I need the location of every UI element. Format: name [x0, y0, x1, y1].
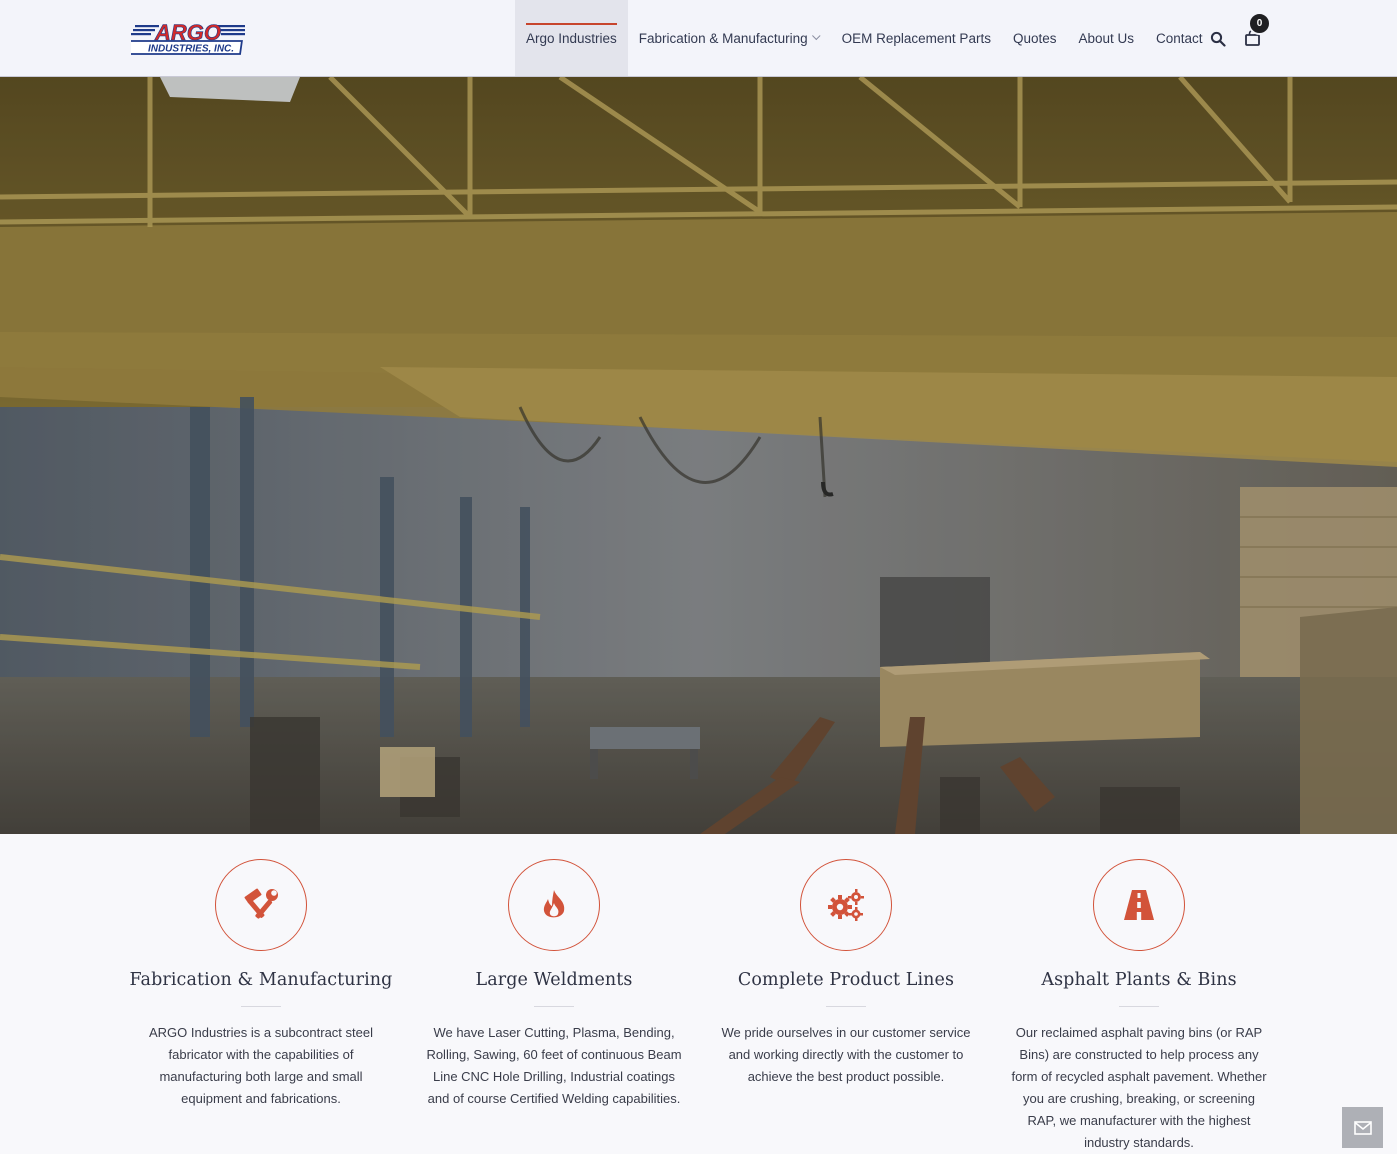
- feature-description: ARGO Industries is a subcontract steel f…: [149, 1025, 373, 1106]
- feature-icon-circle: [508, 859, 600, 951]
- divider: [534, 1006, 574, 1007]
- factory-interior-illustration: [0, 77, 1397, 834]
- feature-description: We have Laser Cutting, Plasma, Bending, …: [426, 1025, 682, 1106]
- nav-item-label: Argo Industries: [526, 30, 617, 46]
- nav-item-label: Quotes: [1012, 30, 1057, 46]
- chevron-down-icon: [811, 31, 821, 41]
- feature-title: Fabrication & Manufacturing: [129, 970, 393, 990]
- argo-logo[interactable]: ARGO INDUSTRIES, INC.: [131, 19, 247, 57]
- nav-item-contact[interactable]: Contact: [1145, 0, 1214, 76]
- nav-item-label: Contact: [1156, 30, 1203, 46]
- nav-item-label: OEM Replacement Parts: [841, 30, 991, 46]
- nav-item-quotes[interactable]: Quotes: [1002, 0, 1068, 76]
- feature-description: We pride ourselves in our customer servi…: [721, 1025, 971, 1084]
- main-nav: Argo Industries Fabrication & Manufactur…: [515, 0, 1214, 76]
- site-header: ARGO INDUSTRIES, INC. Argo Industries Fa…: [0, 0, 1397, 77]
- feature-icon-circle: [215, 859, 307, 951]
- envelope-icon: [1353, 1120, 1372, 1135]
- feature-icon-circle: [800, 859, 892, 951]
- fire-icon: [543, 890, 565, 918]
- features-section: Fabrication & Manufacturing ARGO Industr…: [0, 834, 1397, 1153]
- divider: [1119, 1006, 1159, 1007]
- gears-icon: [828, 889, 864, 921]
- svg-text:INDUSTRIES, INC.: INDUSTRIES, INC.: [148, 44, 234, 55]
- nav-item-argo-industries[interactable]: Argo Industries: [515, 0, 628, 76]
- hammer-wrench-icon: [244, 888, 278, 919]
- search-icon[interactable]: [1210, 31, 1226, 47]
- feature-title: Asphalt Plants & Bins: [1041, 970, 1237, 990]
- nav-item-fabrication-manufacturing[interactable]: Fabrication & Manufacturing: [628, 0, 831, 76]
- nav-item-oem-replacement-parts[interactable]: OEM Replacement Parts: [831, 0, 1002, 76]
- hero-factory-image: [0, 77, 1397, 834]
- feature-icon-circle: [1093, 859, 1185, 951]
- feature-title: Large Weldments: [475, 970, 633, 990]
- road-icon: [1124, 890, 1154, 920]
- divider: [241, 1006, 281, 1007]
- feature-title: Complete Product Lines: [737, 970, 955, 990]
- nav-item-label: Fabrication & Manufacturing: [638, 30, 808, 46]
- divider: [826, 1006, 866, 1007]
- feature-description: Our reclaimed asphalt paving bins (or RA…: [1011, 1025, 1267, 1150]
- nav-item-about-us[interactable]: About Us: [1067, 0, 1145, 76]
- cart-count-badge[interactable]: 0: [1248, 12, 1271, 35]
- contact-mail-button[interactable]: [1342, 1107, 1383, 1148]
- nav-item-label: About Us: [1078, 30, 1135, 46]
